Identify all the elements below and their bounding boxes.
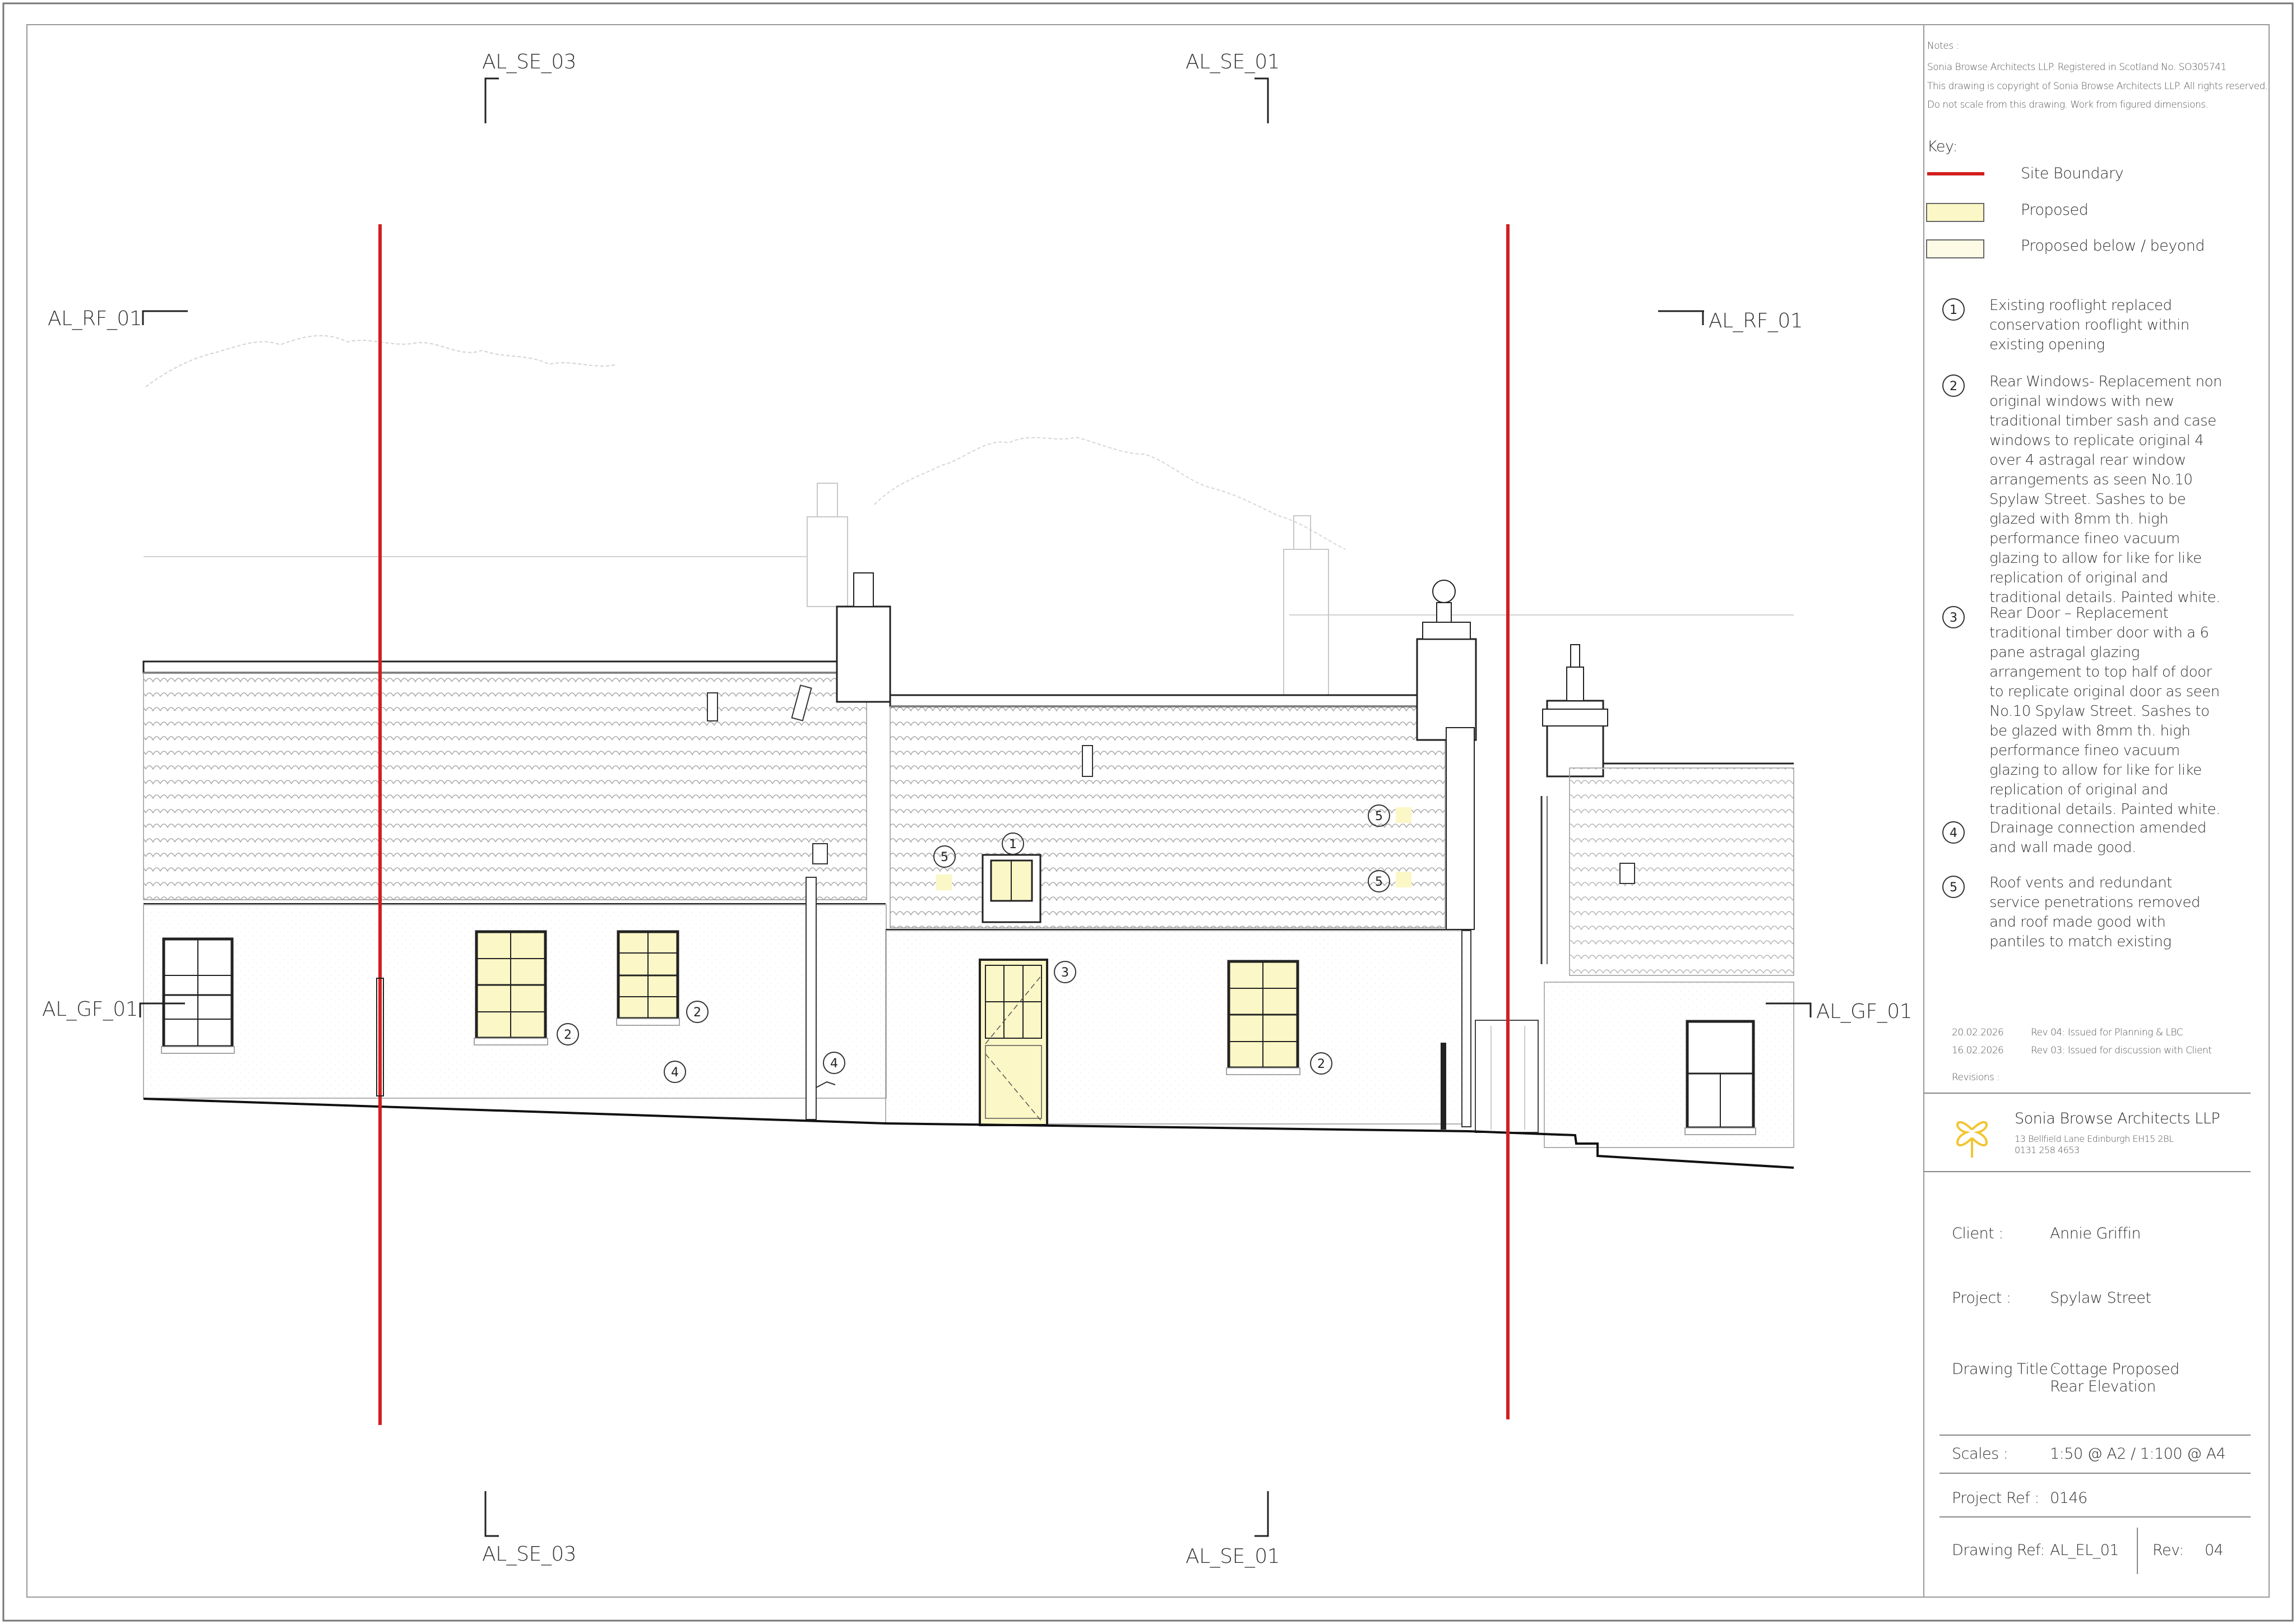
project-label: Project : [1952, 1289, 2011, 1307]
chimney-right [1416, 638, 1477, 741]
right-roof-tiles [1569, 767, 1794, 976]
section-label-top-right: AL_SE_01 [1186, 50, 1280, 73]
client-value: Annie Griffin [2050, 1225, 2141, 1242]
marker-2b: 2 [686, 1001, 709, 1023]
key-heading: Key: [1927, 138, 1958, 155]
legend-marker-2: 2 [1942, 374, 1965, 397]
practice-address: 13 Bellfield Lane Edinburgh EH15 2BL [2015, 1133, 2174, 1144]
marker-3: 3 [1054, 961, 1076, 983]
practice-phone: 0131 258 4653 [2015, 1145, 2080, 1155]
legend-text-1: Existing rooflight replaced conservation… [1989, 297, 2189, 353]
middle-wall [885, 930, 1469, 1125]
right-wall [1544, 982, 1794, 1148]
revisions-heading: Revisions : [1952, 1072, 2000, 1083]
marker-1: 1 [1002, 832, 1024, 855]
window-proposed-3 [1226, 960, 1300, 1075]
left-roof-ridge [142, 660, 840, 674]
section-label-gf-left: AL_GF_01 [42, 998, 138, 1021]
project-ref-label: Project Ref : [1952, 1489, 2039, 1507]
rooflight-proposed [982, 854, 1041, 923]
notes-line-1: Sonia Browse Architects LLP. Registered … [1927, 62, 2226, 73]
notes-heading: Notes : [1927, 40, 1959, 52]
left-roof-tiles [143, 672, 867, 900]
legend-text-4: Drainage connection amended and wall mad… [1989, 820, 2206, 856]
scales-value: 1:50 @ A2 / 1:100 @ A4 [2050, 1445, 2226, 1463]
scales-label: Scales : [1952, 1445, 2008, 1463]
drawing-ref-label: Drawing Ref: [1952, 1542, 2045, 1559]
project-ref-value: 0146 [2050, 1489, 2087, 1507]
window-proposed-2 [616, 930, 680, 1026]
window-proposed-1 [474, 930, 548, 1045]
marker-2a: 2 [557, 1023, 579, 1045]
practice-name: Sonia Browse Architects LLP [2015, 1110, 2220, 1127]
marker-4b: 4 [664, 1061, 686, 1083]
section-label-rf-right: AL_RF_01 [1709, 309, 1803, 332]
drawing-title-label: Drawing Title : [1952, 1361, 2057, 1378]
background-tree-outline-2 [874, 436, 1346, 550]
marker-5b: 5 [1368, 804, 1390, 827]
notes-line-3: Do not scale from this drawing. Work fro… [1927, 99, 2209, 110]
legend-text-5: Roof vents and redundant service penetra… [1989, 875, 2201, 950]
key-label-proposed-beyond: Proposed below / beyond [2021, 237, 2205, 255]
chimney-left [836, 605, 891, 703]
window-left-existing [161, 937, 235, 1054]
legend-marker-1: 1 [1942, 298, 1965, 321]
rear-door-proposed [979, 959, 1048, 1126]
key-swatch-proposed-beyond [1926, 239, 1984, 258]
drawing-ref-value: AL_EL_01 [2050, 1542, 2119, 1559]
legend-marker-4: 4 [1942, 821, 1965, 844]
drawing-title-line-1: Cottage Proposed [2050, 1361, 2179, 1378]
revision-date-1: 20.02.2026 [1952, 1027, 2004, 1038]
legend-text-2: Rear Windows- Replacement non original w… [1989, 373, 2222, 606]
drawing-sheet: AL_SE_03 AL_SE_01 AL_SE_03 AL_SE_01 AL_R… [0, 0, 2296, 1624]
key-swatch-proposed [1926, 203, 1984, 222]
downpipe-left [806, 877, 817, 1120]
marker-5a: 5 [933, 845, 956, 868]
practice-logo-mark [1956, 1121, 1988, 1158]
revision-desc-2: Rev 03: Issued for discussion with Clien… [2031, 1045, 2212, 1056]
rev-label: Rev: [2152, 1542, 2184, 1559]
section-label-bottom-left: AL_SE_03 [482, 1543, 577, 1566]
revision-date-2: 16.02.2026 [1952, 1045, 2004, 1056]
revision-desc-1: Rev 04: Issued for Planning & LBC [2031, 1027, 2183, 1038]
middle-roof-ridge [889, 694, 1446, 707]
middle-roof-tiles [890, 706, 1446, 928]
key-label-site-boundary: Site Boundary [2021, 165, 2124, 182]
marker-2c: 2 [1310, 1052, 1332, 1075]
legend-marker-3: 3 [1942, 606, 1965, 628]
client-label: Client : [1952, 1225, 2003, 1242]
window-right-existing [1684, 1020, 1756, 1135]
drawing-title-line-2: Rear Elevation [2050, 1378, 2156, 1395]
marker-5c: 5 [1368, 870, 1390, 892]
section-label-bottom-right: AL_SE_01 [1186, 1545, 1280, 1568]
section-label-top-left: AL_SE_03 [482, 50, 577, 73]
legend-marker-5: 5 [1942, 876, 1965, 898]
legend-text-3: Rear Door – Replacement traditional timb… [1989, 605, 2220, 818]
section-label-rf-left: AL_RF_01 [48, 307, 142, 330]
notes-line-2: This drawing is copyright of Sonia Brows… [1927, 81, 2268, 92]
project-value: Spylaw Street [2050, 1289, 2151, 1307]
section-label-gf-right: AL_GF_01 [1816, 1000, 1913, 1023]
marker-4a: 4 [823, 1052, 845, 1074]
key-label-proposed: Proposed [2021, 201, 2089, 219]
rev-value: 04 [2205, 1542, 2224, 1559]
